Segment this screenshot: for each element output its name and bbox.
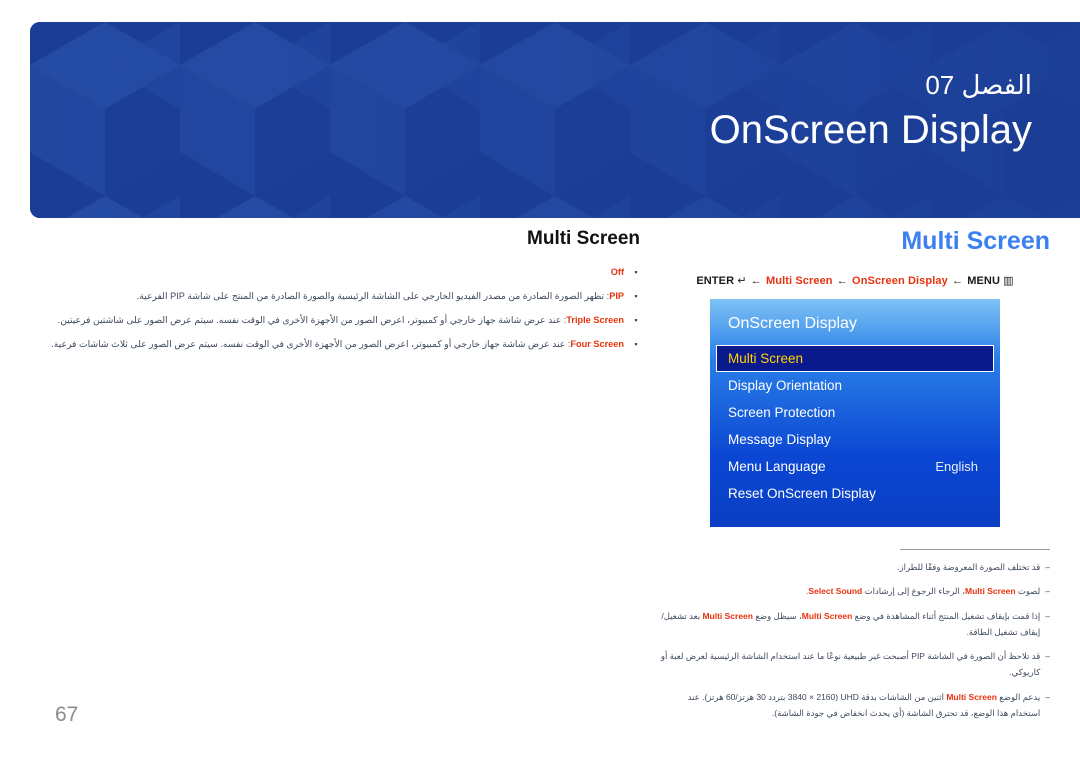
note-text: إذا قمت بإيقاف تشغيل المنتج أثناء المشاه… <box>661 610 1041 637</box>
list-item: ▪ PIP: تظهر الصورة الصادرة من مصدر الفيد… <box>40 288 640 306</box>
list-item: ▪ Triple Screen: عند عرض شاشة جهاز خارجي… <box>40 312 640 330</box>
osd-item-label: Screen Protection <box>728 404 836 420</box>
note-item: ‒ لصوت Multi Screen، الرجاء الرجوع إلى إ… <box>660 584 1050 600</box>
left-content-column: Multi Screen ▪ Off ▪ PIP: تظهر الصورة ال… <box>40 228 640 360</box>
bullet-dot-icon: ▪ <box>634 267 638 277</box>
option-term: Four Screen <box>570 338 624 349</box>
osd-item-label: Display Orientation <box>728 377 843 393</box>
bullet-dot-icon: ▪ <box>634 338 638 349</box>
note-dash-icon: ‒ <box>1045 691 1050 702</box>
breadcrumb: ENTER ↵ ← Multi Screen ← OnScreen Displa… <box>660 274 1050 287</box>
osd-item-value: English <box>935 458 978 474</box>
note-item: ‒ قد تلاحظ أن الصورة في الشاشة PIP أصبحت… <box>660 649 1050 680</box>
menu-key-icon: ▥ <box>1003 274 1014 287</box>
list-item-text: Triple Screen: عند عرض شاشة جهاز خارجي أ… <box>40 312 624 330</box>
option-term: PIP <box>609 290 624 301</box>
osd-menu-item-reset-onscreen-display[interactable]: Reset OnScreen Display <box>710 480 1000 507</box>
note-item: ‒ إذا قمت بإيقاف تشغيل المنتج أثناء المش… <box>660 609 1050 640</box>
breadcrumb-item-multi-screen: Multi Screen <box>766 274 833 287</box>
breadcrumb-enter-label: ENTER <box>696 274 735 287</box>
osd-item-label: Menu Language <box>728 458 826 474</box>
notes-divider <box>900 548 1050 550</box>
note-dash-icon: ‒ <box>1045 586 1050 597</box>
note-item: ‒ يدعم الوضع Multi Screen اثنين من الشاش… <box>660 690 1050 721</box>
notes-section: ‒ قد تختلف الصورة المعروضة وفقًا للطراز.… <box>660 548 1050 722</box>
right-content-column: Multi Screen ENTER ↵ ← Multi Screen ← On… <box>660 227 1050 730</box>
osd-menu-item-display-orientation[interactable]: Display Orientation <box>710 372 1000 399</box>
list-item-text: PIP: تظهر الصورة الصادرة من مصدر الفيديو… <box>40 288 624 306</box>
list-item: ▪ Off <box>40 264 640 282</box>
chapter-title: OnScreen Display <box>709 108 1032 153</box>
note-text: لصوت Multi Screen، الرجاء الرجوع إلى إرش… <box>806 586 1041 597</box>
option-description: : عند عرض شاشة جهاز خارجي أو كمبيوتر، اع… <box>51 338 571 349</box>
enter-key-icon: ↵ <box>737 274 747 287</box>
osd-menu-panel: OnScreen Display Multi Screen Display Or… <box>710 298 1000 527</box>
osd-item-label: Reset OnScreen Display <box>728 485 876 501</box>
osd-menu-item-multi-screen[interactable]: Multi Screen <box>716 344 994 372</box>
left-section-title: Multi Screen <box>527 228 640 249</box>
chapter-number: الفصل 07 <box>925 70 1032 100</box>
osd-menu-title: OnScreen Display <box>728 314 857 332</box>
breadcrumb-arrow-icon: ← <box>951 274 964 287</box>
note-text: قد تختلف الصورة المعروضة وفقًا للطراز. <box>897 561 1041 572</box>
note-dash-icon: ‒ <box>1045 610 1050 621</box>
osd-item-label: Message Display <box>728 431 831 447</box>
list-item: ▪ Four Screen: عند عرض شاشة جهاز خارجي أ… <box>40 336 640 354</box>
option-term: Triple Screen <box>566 314 624 325</box>
option-term: Off <box>610 267 624 277</box>
breadcrumb-item-onscreen-display: OnScreen Display <box>852 274 948 287</box>
list-item-text: Off <box>40 264 624 282</box>
osd-menu-item-menu-language[interactable]: Menu Language English <box>710 453 1000 480</box>
bullet-dot-icon: ▪ <box>634 290 638 301</box>
option-description: : عند عرض شاشة جهاز خارجي أو كمبيوتر، اع… <box>57 314 567 325</box>
note-dash-icon: ‒ <box>1045 561 1050 572</box>
breadcrumb-arrow-icon: ← <box>836 274 848 287</box>
osd-item-label: Multi Screen <box>728 350 804 366</box>
breadcrumb-menu-label: MENU <box>967 274 1001 287</box>
page-title: Multi Screen <box>901 227 1050 255</box>
osd-menu-item-message-display[interactable]: Message Display <box>710 426 1000 453</box>
note-dash-icon: ‒ <box>1045 651 1050 662</box>
list-item-text: Four Screen: عند عرض شاشة جهاز خارجي أو … <box>40 336 624 354</box>
chapter-header-banner: الفصل 07 OnScreen Display <box>30 22 1080 218</box>
breadcrumb-arrow-icon: ← <box>750 274 762 287</box>
note-item: ‒ قد تختلف الصورة المعروضة وفقًا للطراز. <box>660 560 1050 576</box>
header-text-block: الفصل 07 OnScreen Display <box>710 70 1032 153</box>
multi-screen-options-list: ▪ Off ▪ PIP: تظهر الصورة الصادرة من مصدر… <box>40 264 640 354</box>
note-text: قد تلاحظ أن الصورة في الشاشة PIP أصبحت غ… <box>660 651 1041 678</box>
page-number: 67 <box>55 703 79 726</box>
osd-menu-item-screen-protection[interactable]: Screen Protection <box>710 399 1000 426</box>
note-text: يدعم الوضع Multi Screen اثنين من الشاشات… <box>687 691 1041 718</box>
bullet-dot-icon: ▪ <box>634 314 638 325</box>
option-description: : تظهر الصورة الصادرة من مصدر الفيديو ال… <box>136 290 610 301</box>
